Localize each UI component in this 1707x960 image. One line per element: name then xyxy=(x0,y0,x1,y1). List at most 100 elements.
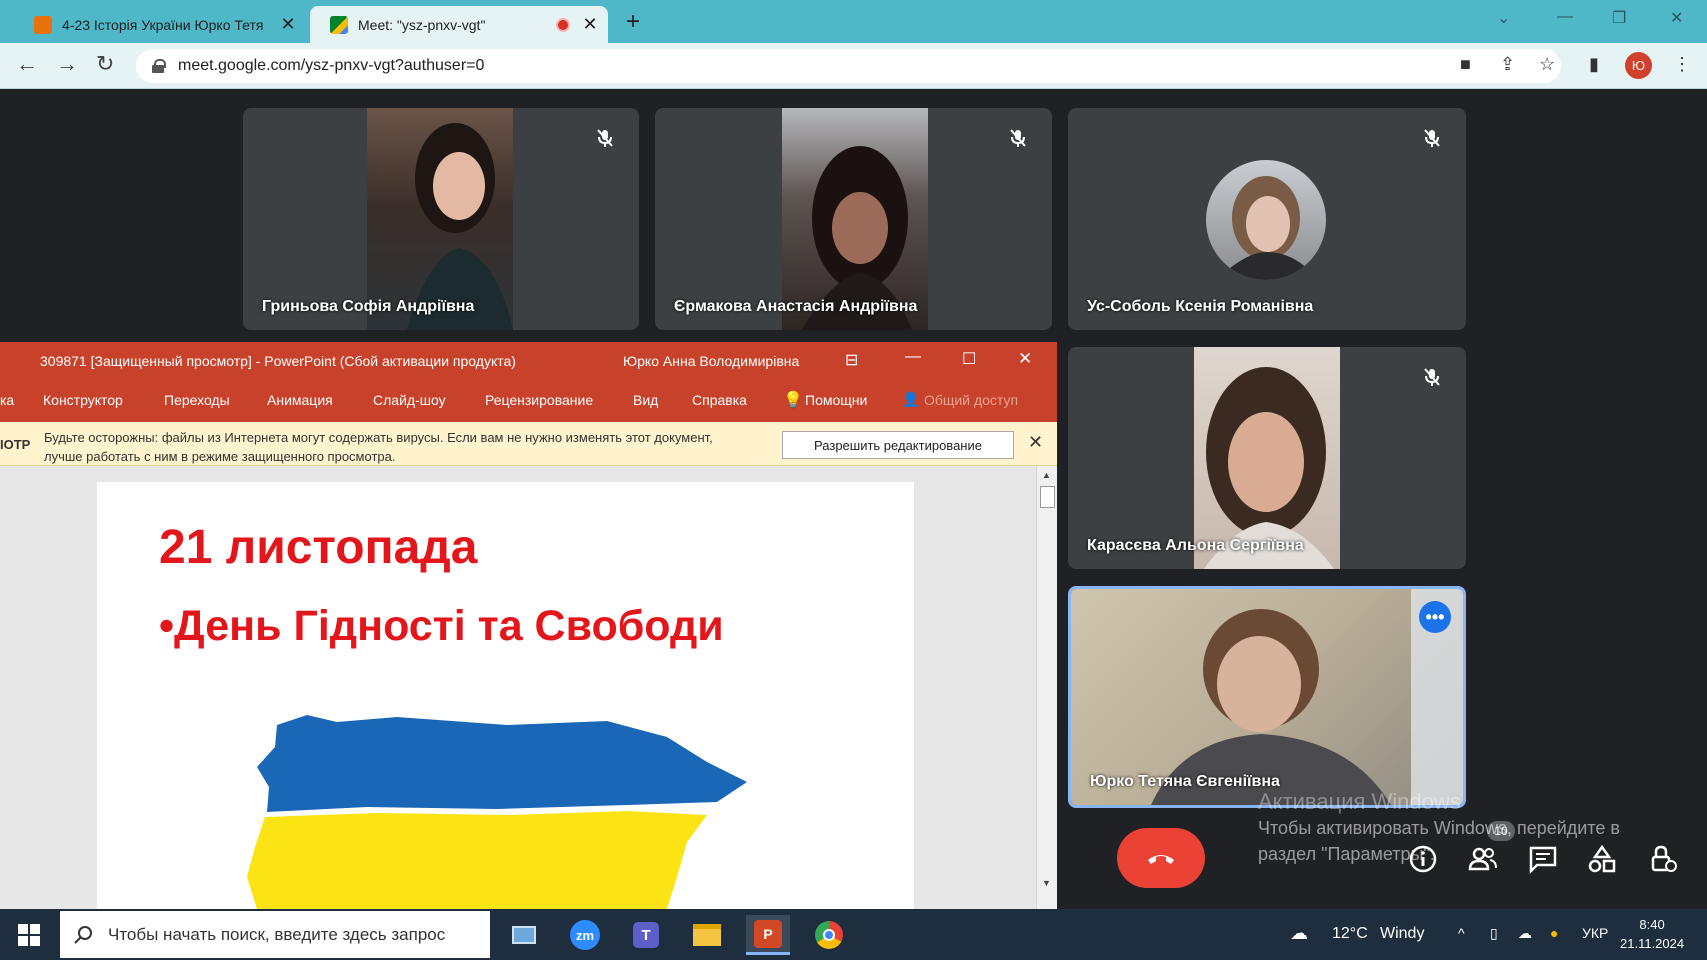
ribbon-tab-slideshow[interactable]: Слайд-шоу xyxy=(373,392,446,408)
ribbon-tab-design[interactable]: Конструктор xyxy=(43,392,123,408)
chrome-app-icon[interactable] xyxy=(807,915,851,955)
search-placeholder: Чтобы начать поиск, введите здесь запрос xyxy=(108,924,446,944)
slide-editor: 21 листопада •День Гідності та Свободи xyxy=(0,466,1040,909)
weather-icon[interactable]: ☁ xyxy=(1290,923,1308,944)
ppt-title-bar: 309871 [Защищенный просмотр] - PowerPoin… xyxy=(0,342,1057,380)
activation-title: Активация Windows xyxy=(1258,789,1461,814)
host-controls-icon[interactable] xyxy=(1648,844,1678,874)
forward-button[interactable]: → xyxy=(56,51,78,77)
enable-editing-button[interactable]: Разрешить редактирование xyxy=(782,431,1014,459)
tab-search-icon[interactable]: ⌄ xyxy=(1497,8,1510,28)
ribbon-share[interactable]: Общий доступ xyxy=(924,392,1018,408)
url-text: meet.google.com/ysz-pnxv-vgt?authuser=0 xyxy=(178,57,485,74)
slide[interactable]: 21 листопада •День Гідності та Свободи xyxy=(97,482,914,909)
participant-name: Гриньова Софія Андріївна xyxy=(262,298,475,315)
ribbon-tab[interactable]: ка xyxy=(0,392,14,408)
tab-close-icon[interactable]: ✕ xyxy=(280,14,296,35)
ribbon-tab-review[interactable]: Рецензирование xyxy=(485,392,593,408)
mic-off-icon xyxy=(1424,129,1440,147)
leave-call-button[interactable] xyxy=(1117,828,1205,888)
browser-tab-strip: 4-23 Історія України Юрко Тетя ✕ Meet: "… xyxy=(0,0,1707,43)
ukraine-flag-brush-image xyxy=(247,715,747,909)
ribbon-tab-transitions[interactable]: Переходы xyxy=(164,392,230,408)
back-button[interactable]: ← xyxy=(16,51,38,77)
protected-view-message: Будьте осторожны: файлы из Интернета мог… xyxy=(44,430,713,464)
ribbon-display-icon[interactable]: ⊟ xyxy=(845,350,858,370)
camera-icon[interactable]: ■ xyxy=(1460,54,1471,75)
network-icon[interactable]: ☁ xyxy=(1518,925,1532,942)
taskbar-search-box[interactable]: Чтобы начать поиск, введите здесь запрос xyxy=(60,911,490,958)
weather-condition[interactable]: Windy xyxy=(1380,925,1424,943)
reload-button[interactable]: ↻ xyxy=(96,51,114,77)
weather-temp[interactable]: 12°C xyxy=(1332,925,1368,943)
windows-activation-watermark: Активация Windows Чтобы активировать Win… xyxy=(1258,789,1620,867)
ribbon-tab-animations[interactable]: Анимация xyxy=(267,392,333,408)
participant-video xyxy=(1194,347,1340,569)
side-panel-icon[interactable]: ▮ xyxy=(1589,54,1599,75)
share-icon[interactable]: ⇪ xyxy=(1500,54,1515,75)
menu-kebab-icon[interactable]: ⋮ xyxy=(1673,54,1691,75)
lightbulb-icon: 💡 xyxy=(783,392,803,409)
tab-history-class[interactable]: 4-23 Історія України Юрко Тетя ✕ xyxy=(14,6,306,43)
app-tray-icon[interactable]: ● xyxy=(1550,925,1558,941)
tab-title: 4-23 Історія України Юрко Тетя xyxy=(62,16,264,33)
mic-off-icon xyxy=(1010,129,1026,147)
profile-avatar[interactable]: Ю xyxy=(1625,52,1652,79)
hang-up-icon xyxy=(1148,855,1174,864)
meet-favicon-icon xyxy=(330,15,348,34)
participant-tile[interactable]: Ус-Соболь Ксенія Романівна xyxy=(1068,108,1466,330)
activation-line1: Чтобы активировать Windows, перейдите в xyxy=(1258,818,1620,838)
restore-button[interactable]: ❐ xyxy=(1612,8,1626,28)
clock-time: 8:40 xyxy=(1639,917,1665,932)
tab-title: Meet: "ysz-pnxv-vgt" xyxy=(358,16,486,33)
tab-close-icon[interactable]: ✕ xyxy=(582,14,598,35)
close-window-button[interactable]: ✕ xyxy=(1670,8,1683,28)
chevron-up-icon[interactable]: ^ xyxy=(1458,925,1465,941)
participant-video xyxy=(367,108,513,330)
ppt-minimize-button[interactable]: — xyxy=(905,348,921,366)
powerpoint-window: 309871 [Защищенный просмотр] - PowerPoin… xyxy=(0,342,1057,909)
windows-start-icon[interactable] xyxy=(18,924,40,946)
ribbon-tab-help[interactable]: Справка xyxy=(692,392,747,408)
mic-off-icon xyxy=(597,129,613,147)
lock-icon[interactable] xyxy=(152,59,166,73)
participant-video xyxy=(782,108,928,330)
zoom-app-icon[interactable]: zm xyxy=(563,915,607,955)
file-explorer-icon[interactable] xyxy=(685,915,729,955)
participant-tile[interactable]: Єрмакова Анастасія Андріївна xyxy=(655,108,1052,330)
ribbon-tell-me[interactable]: Помощни xyxy=(805,392,867,408)
search-icon xyxy=(74,925,92,944)
participant-tile[interactable]: Гриньова Софія Андріївна xyxy=(243,108,639,330)
browser-toolbar: ← → ↻ meet.google.com/ysz-pnxv-vgt?authu… xyxy=(0,43,1707,89)
activation-line2: раздел "Параметры". xyxy=(1258,844,1435,864)
device-icon[interactable]: ▯ xyxy=(1490,925,1498,942)
system-clock[interactable]: 8:40 21.11.2024 xyxy=(1620,915,1684,953)
slide-heading: 21 листопада xyxy=(159,521,478,574)
participant-avatar xyxy=(1206,160,1326,280)
windows-taskbar: Чтобы начать поиск, введите здесь запрос… xyxy=(0,909,1707,960)
recording-icon xyxy=(556,17,570,32)
address-bar[interactable]: meet.google.com/ysz-pnxv-vgt?authuser=0 xyxy=(136,49,1561,83)
task-view-icon[interactable] xyxy=(502,915,546,955)
vertical-scrollbar[interactable]: ▲ ▼ xyxy=(1036,466,1057,909)
participant-tile[interactable]: Карасєва Альона Сергіївна xyxy=(1068,347,1466,569)
clock-date: 21.11.2024 xyxy=(1620,936,1685,951)
ppt-close-button[interactable]: ✕ xyxy=(1018,349,1032,369)
participant-name: Ус-Соболь Ксенія Романівна xyxy=(1087,298,1314,315)
participant-name: Карасєва Альона Сергіївна xyxy=(1087,537,1304,554)
language-indicator[interactable]: УКР xyxy=(1582,925,1608,941)
participant-tile-self[interactable]: ••• Юрко Тетяна Євгеніївна xyxy=(1068,586,1466,808)
tab-meet[interactable]: Meet: "ysz-pnxv-vgt" ✕ xyxy=(310,6,608,43)
close-bar-icon[interactable]: ✕ xyxy=(1028,432,1043,453)
protected-view-bar: ІОТР Будьте осторожны: файлы из Интернет… xyxy=(0,422,1057,466)
ribbon-tab-view[interactable]: Вид xyxy=(633,392,658,408)
classroom-favicon-icon xyxy=(34,15,52,34)
teams-app-icon[interactable]: T xyxy=(624,915,668,955)
minimize-button[interactable]: — xyxy=(1557,8,1573,26)
scroll-thumb[interactable] xyxy=(1040,486,1055,508)
new-tab-button[interactable]: + xyxy=(626,8,640,36)
powerpoint-app-icon[interactable]: P xyxy=(746,915,790,955)
bookmark-star-icon[interactable]: ☆ xyxy=(1539,54,1555,75)
ppt-maximize-button[interactable]: ☐ xyxy=(962,349,976,369)
more-options-button[interactable]: ••• xyxy=(1419,601,1451,633)
